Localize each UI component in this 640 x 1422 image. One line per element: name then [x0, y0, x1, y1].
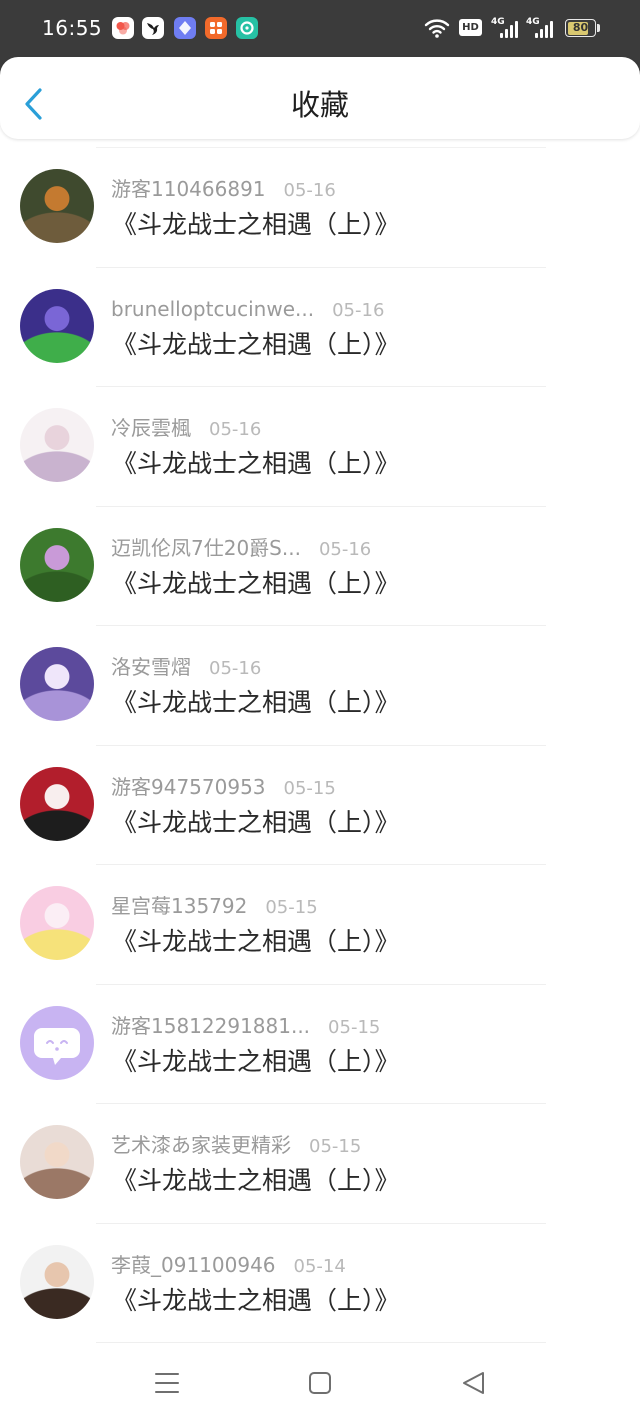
- favorite-title[interactable]: 《斗龙战士之相遇（上）》: [112, 210, 400, 240]
- chat-bubble-icon: [34, 1027, 80, 1065]
- favorite-item[interactable]: 艺术漆あ家装更精彩 05-15 《斗龙战士之相遇（上）》: [0, 1104, 640, 1224]
- network-type-label: 4G: [491, 17, 505, 27]
- favorite-item[interactable]: 游客15812291881... 05-15 《斗龙战士之相遇（上）》: [0, 985, 640, 1105]
- wifi-icon: [424, 19, 450, 38]
- favorite-date: 05-15: [265, 897, 318, 918]
- user-avatar[interactable]: [20, 1244, 94, 1319]
- page-header: 收藏: [0, 57, 640, 139]
- user-name[interactable]: 游客15812291881...: [111, 1013, 310, 1039]
- favorite-meta: 迈凯伦凤7仕20爵S... 05-16: [111, 535, 371, 561]
- favorite-meta: 游客15812291881... 05-15: [111, 1013, 380, 1039]
- user-name[interactable]: 洛安雪熠: [111, 654, 191, 680]
- page-title: 收藏: [290, 88, 349, 122]
- favorite-title[interactable]: 《斗龙战士之相遇（上）》: [112, 1166, 400, 1196]
- network-type-label: 4G: [526, 17, 540, 27]
- user-avatar[interactable]: [20, 766, 94, 841]
- favorite-title[interactable]: 《斗龙战士之相遇（上）》: [112, 330, 400, 360]
- flower-app-icon: [112, 17, 134, 39]
- favorite-meta: 冷辰雲楓 05-16: [111, 415, 261, 441]
- favorite-title[interactable]: 《斗龙战士之相遇（上）》: [112, 1047, 400, 1077]
- user-name[interactable]: 游客110466891: [111, 176, 266, 202]
- diamond-app-icon: [174, 17, 196, 39]
- favorite-date: 05-16: [209, 658, 262, 679]
- home-button[interactable]: [306, 1369, 334, 1397]
- back-triangle-icon: [463, 1372, 484, 1394]
- favorite-date: 05-16: [318, 538, 372, 560]
- menu-icon: [155, 1373, 179, 1393]
- favorites-list: 游客110466891 05-16 《斗龙战士之相遇（上）》 brunelloptcu…: [0, 147, 640, 1344]
- user-avatar[interactable]: [20, 647, 94, 721]
- favorite-title[interactable]: 《斗龙战士之相遇（上）》: [112, 569, 400, 599]
- cellular-signal-2: 4G: [526, 17, 553, 38]
- back-nav-button[interactable]: [459, 1369, 487, 1397]
- user-avatar[interactable]: [20, 169, 94, 243]
- user-avatar[interactable]: [20, 288, 94, 363]
- favorite-title[interactable]: 《斗龙战士之相遇（上）》: [112, 808, 400, 838]
- user-avatar[interactable]: [20, 1125, 94, 1199]
- favorite-date: 05-15: [283, 777, 336, 799]
- favorite-date: 05-14: [293, 1255, 346, 1277]
- cellular-signal-1: 4G: [491, 17, 518, 38]
- favorite-date: 05-16: [332, 299, 385, 321]
- user-name[interactable]: 艺术漆あ家装更精彩: [111, 1132, 291, 1158]
- home-square-icon: [309, 1372, 331, 1394]
- battery-level: 80: [572, 21, 589, 34]
- user-name[interactable]: 星宫莓135792: [111, 893, 247, 919]
- favorite-meta: 游客947570953 05-15: [111, 774, 336, 800]
- favorite-item[interactable]: brunelloptcucinwe... 05-16 《斗龙战士之相遇（上）》: [0, 268, 640, 388]
- back-button[interactable]: [20, 86, 52, 122]
- favorite-title[interactable]: 《斗龙战士之相遇（上）》: [112, 688, 400, 718]
- favorite-date: 05-15: [328, 1016, 381, 1038]
- battery-tip: [597, 24, 600, 32]
- bird-app-icon: [142, 17, 164, 39]
- favorite-meta: 李葭_091100946 05-14: [111, 1252, 346, 1278]
- favorite-item[interactable]: 星宫莓135792 05-15 《斗龙战士之相遇（上）》: [0, 865, 640, 985]
- favorite-title[interactable]: 《斗龙战士之相遇（上）》: [112, 1286, 400, 1316]
- favorite-meta: 洛安雪熠 05-16: [111, 654, 261, 680]
- favorite-item[interactable]: 洛安雪熠 05-16 《斗龙战士之相遇（上）》: [0, 626, 640, 746]
- user-avatar[interactable]: [20, 408, 94, 482]
- favorite-item[interactable]: 游客110466891 05-16 《斗龙战士之相遇（上）》: [0, 148, 640, 268]
- hd-voice-badge: HD: [459, 19, 482, 36]
- favorite-item[interactable]: 迈凯伦凤7仕20爵S... 05-16 《斗龙战士之相遇（上）》: [0, 507, 640, 627]
- user-name[interactable]: 迈凯伦凤7仕20爵S...: [111, 535, 301, 561]
- user-name[interactable]: brunelloptcucinwe...: [111, 296, 314, 322]
- favorite-meta: brunelloptcucinwe... 05-16: [111, 296, 384, 322]
- chat-app-icon: [236, 17, 258, 39]
- user-name[interactable]: 游客947570953: [111, 774, 266, 800]
- battery-icon: 80: [565, 19, 596, 37]
- favorite-item[interactable]: 游客947570953 05-15 《斗龙战士之相遇（上）》: [0, 746, 640, 866]
- favorite-item[interactable]: 李葭_091100946 05-14 《斗龙战士之相遇（上）》: [0, 1224, 640, 1344]
- favorite-title[interactable]: 《斗龙战士之相遇（上）》: [112, 449, 400, 479]
- favorite-meta: 星宫莓135792 05-15: [111, 893, 318, 919]
- favorite-date: 05-16: [209, 419, 262, 440]
- favorite-item[interactable]: 冷辰雲楓 05-16 《斗龙战士之相遇（上）》: [0, 387, 640, 507]
- system-nav-bar: [0, 1345, 640, 1422]
- favorite-date: 05-15: [309, 1136, 362, 1157]
- user-name[interactable]: 冷辰雲楓: [111, 415, 191, 441]
- chevron-left-icon: [25, 88, 42, 120]
- user-avatar[interactable]: [20, 527, 94, 602]
- favorite-date: 05-16: [283, 180, 336, 201]
- clock: 16:55: [42, 16, 103, 40]
- favorite-meta: 游客110466891 05-16: [111, 176, 336, 202]
- grid-app-icon: [205, 17, 227, 39]
- favorite-title[interactable]: 《斗龙战士之相遇（上）》: [112, 927, 400, 957]
- favorite-meta: 艺术漆あ家装更精彩 05-15: [111, 1132, 361, 1158]
- user-avatar[interactable]: [20, 1005, 94, 1080]
- menu-button[interactable]: [153, 1369, 181, 1397]
- user-name[interactable]: 李葭_091100946: [111, 1252, 276, 1278]
- user-avatar[interactable]: [20, 886, 94, 960]
